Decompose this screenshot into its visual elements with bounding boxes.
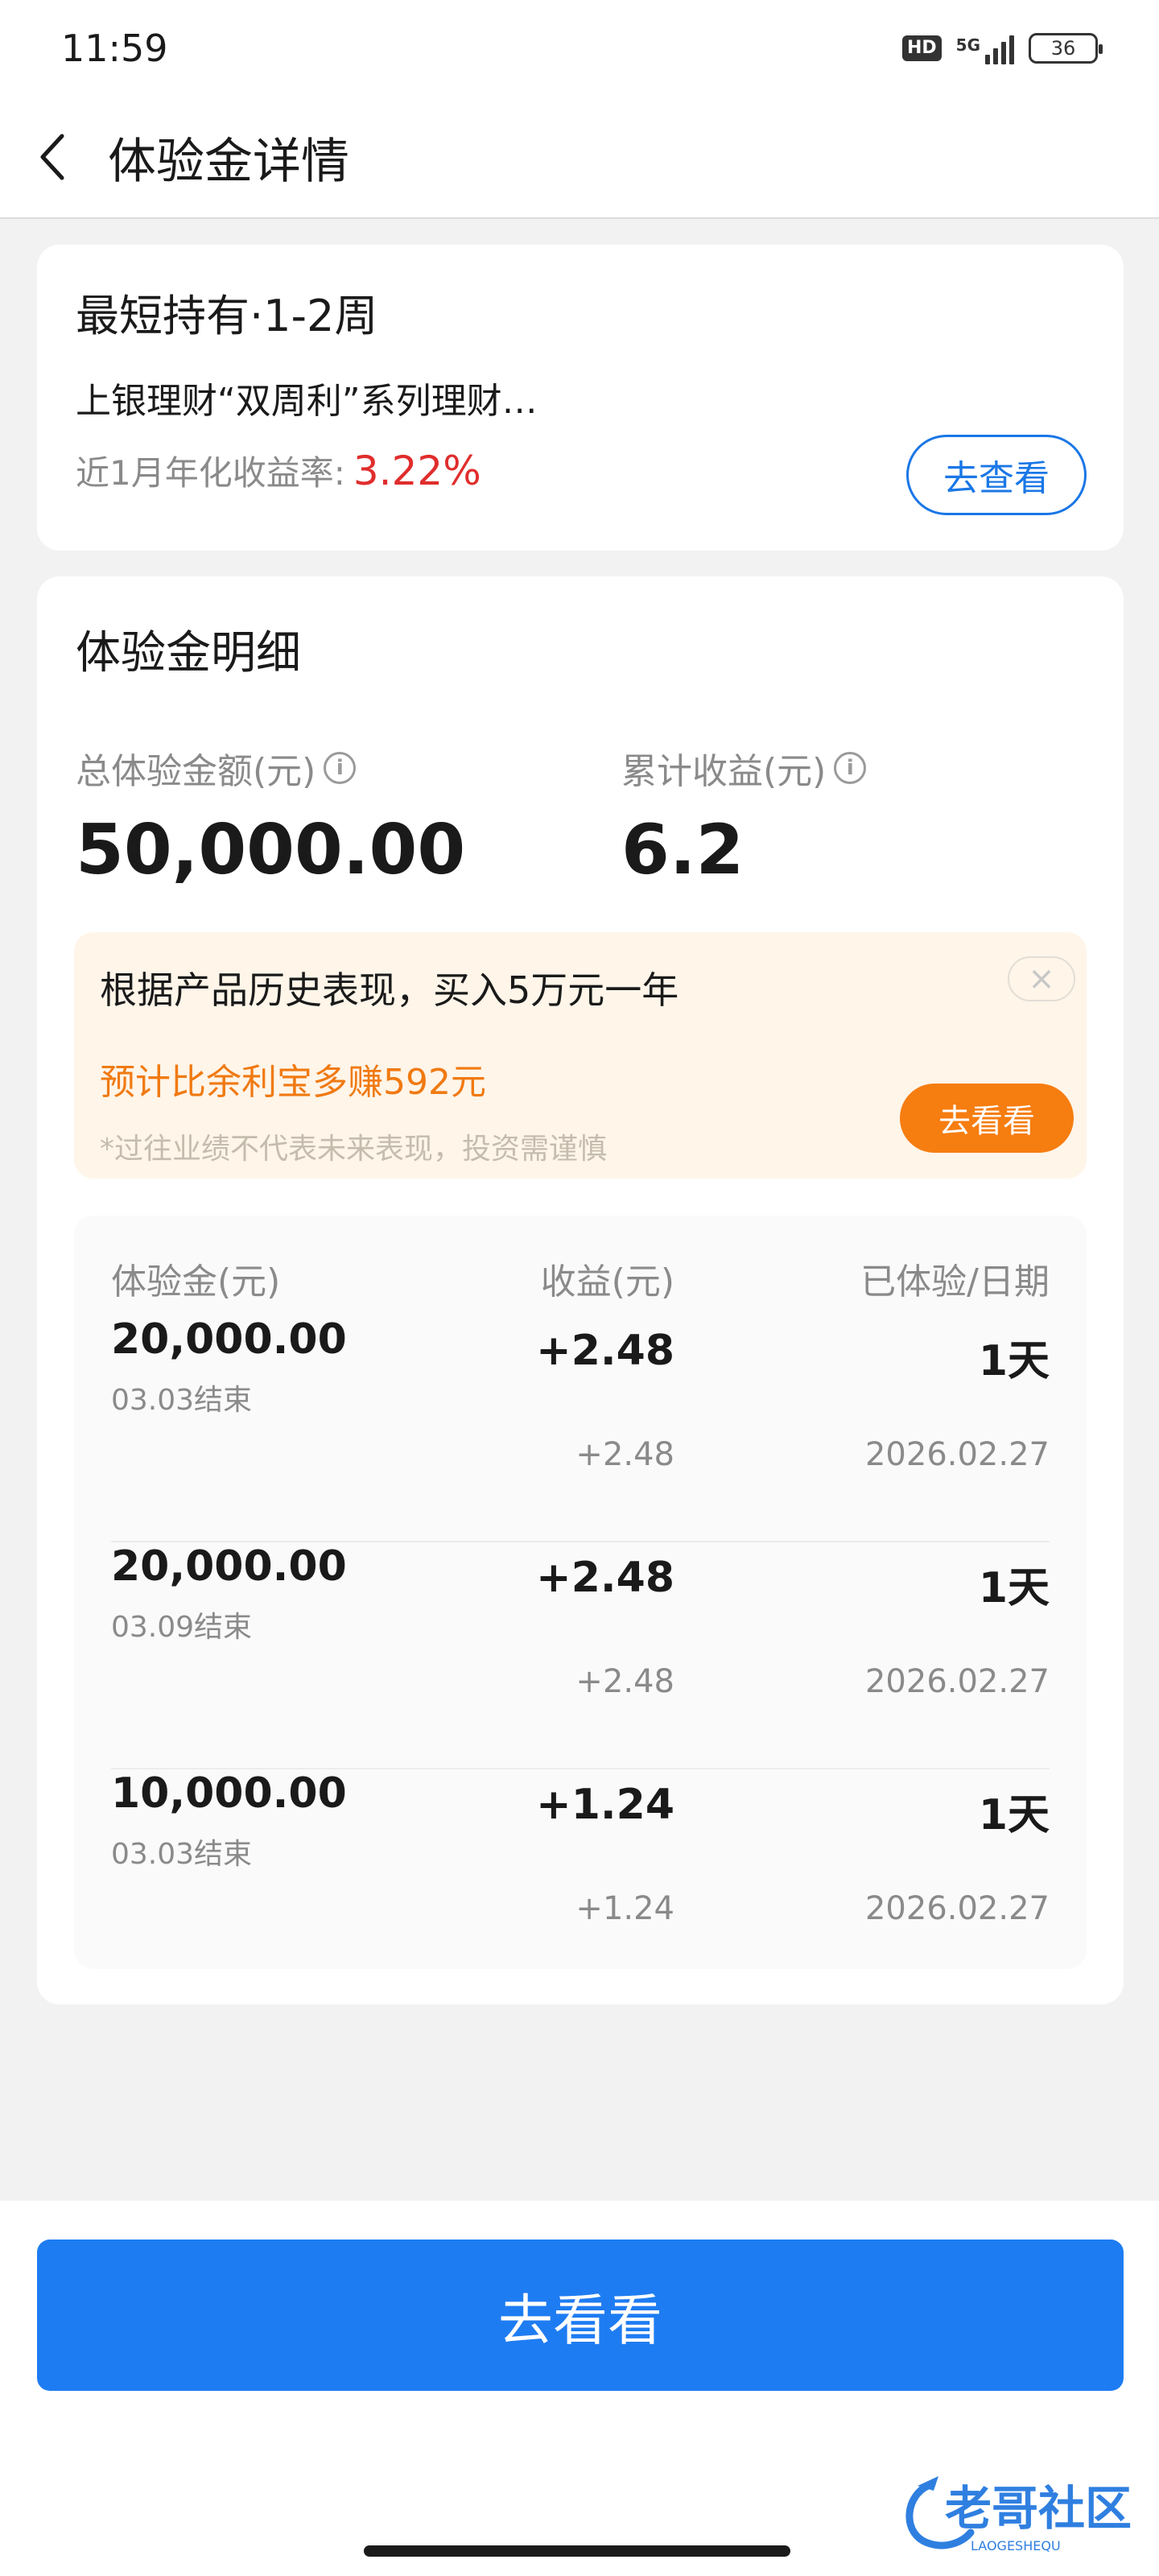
table-header-income: 收益(元): [540, 1261, 674, 1302]
table-row: 10,000.00 03.03结束 +1.24 +1.24 1天 2026.02…: [74, 1769, 1087, 1996]
product-holding-title: 最短持有·1-2周: [76, 291, 378, 341]
row-income-daily: +1.24: [575, 1890, 674, 1927]
row-income: +1.24: [536, 1781, 674, 1829]
row-date: 2026.02.27: [864, 1890, 1050, 1927]
table-header-days-date: 已体验/日期: [860, 1261, 1050, 1302]
row-end-date: 03.09结束: [111, 1611, 253, 1644]
watermark-logo: 老哥社区 LAOGESHEQU: [905, 2476, 1132, 2553]
back-button[interactable]: [0, 96, 105, 218]
row-income-daily: +2.48: [575, 1436, 674, 1473]
income-label-text: 累计收益(元): [621, 751, 827, 792]
income-value: 6.2: [621, 810, 744, 890]
row-amount: 20,000.00: [111, 1315, 347, 1364]
nav-bar: 体验金详情: [0, 97, 1159, 219]
row-amount: 10,000.00: [111, 1769, 347, 1818]
row-days: 1天: [978, 1791, 1050, 1839]
page-title: 体验金详情: [108, 133, 349, 190]
status-bar: 11:59 HD 5G 36: [0, 0, 1159, 97]
home-indicator[interactable]: [364, 2545, 790, 2557]
battery-level: 36: [1050, 37, 1076, 60]
product-card: 最短持有·1-2周 上银理财“双周利”系列理财… 近1月年化收益率: 3.22%…: [37, 245, 1124, 551]
row-date: 2026.02.27: [864, 1436, 1050, 1473]
info-icon[interactable]: i: [324, 752, 357, 784]
network-type: 5G: [955, 35, 980, 55]
signal-icon: 5G: [956, 32, 1014, 64]
promo-banner: 根据产品历史表现，买入5万元一年 × 预计比余利宝多赚592元 *过往业绩不代表…: [74, 932, 1087, 1179]
detail-table: 体验金(元) 收益(元) 已体验/日期 20,000.00 03.03结束 +2…: [74, 1216, 1087, 1969]
rate-row: 近1月年化收益率: 3.22%: [76, 446, 481, 495]
income-label: 累计收益(元) i: [621, 742, 867, 794]
promo-highlight: 预计比余利宝多赚592元: [100, 1062, 486, 1103]
status-icons: HD 5G 36: [901, 32, 1103, 64]
promo-disclaimer: *过往业绩不代表未来表现，投资需谨慎: [100, 1133, 608, 1166]
hd-icon: HD: [901, 35, 942, 61]
rate-label: 近1月年化收益率:: [76, 453, 345, 493]
chevron-left-icon: [40, 134, 64, 180]
product-name: 上银理财“双周利”系列理财…: [76, 381, 538, 422]
watermark-text: 老哥社区: [945, 2481, 1132, 2536]
promo-text: 根据产品历史表现，买入5万元一年: [100, 968, 679, 1012]
total-amount-value: 50,000.00: [76, 810, 466, 890]
table-header-amount: 体验金(元): [111, 1261, 281, 1302]
total-amount-label: 总体验金额(元) i: [76, 742, 357, 794]
row-end-date: 03.03结束: [111, 1838, 253, 1871]
total-amount-label-text: 总体验金额(元): [76, 751, 316, 792]
row-days: 1天: [978, 1337, 1050, 1385]
close-icon[interactable]: ×: [1008, 956, 1075, 1001]
battery-icon: 36: [1029, 33, 1103, 64]
table-row: 20,000.00 03.03结束 +2.48 +2.48 1天 2026.02…: [74, 1315, 1087, 1542]
row-income-daily: +2.48: [575, 1663, 674, 1700]
watermark-subtext: LAOGESHEQU: [971, 2538, 1061, 2553]
rate-value: 3.22%: [353, 448, 481, 494]
signal-bars: [985, 32, 1014, 64]
row-amount: 20,000.00: [111, 1542, 347, 1591]
detail-title: 体验金明细: [76, 627, 301, 679]
row-income: +2.48: [536, 1327, 674, 1375]
info-icon[interactable]: i: [834, 752, 867, 784]
page: 11:59 HD 5G 36 体验金详情 最短持有·1-2周 上银理财“双周利”…: [0, 0, 1159, 2576]
go-see-button[interactable]: 去看看: [37, 2240, 1124, 2391]
detail-card: 体验金明细 总体验金额(元) i 50,000.00 累计收益(元) i 6.2…: [37, 576, 1124, 2004]
status-time: 11:59: [61, 27, 168, 70]
row-end-date: 03.03结束: [111, 1384, 253, 1417]
row-date: 2026.02.27: [864, 1663, 1050, 1700]
row-days: 1天: [978, 1564, 1050, 1612]
promo-go-button[interactable]: 去看看: [900, 1084, 1074, 1153]
view-product-button[interactable]: 去查看: [906, 435, 1087, 515]
table-row: 20,000.00 03.09结束 +2.48 +2.48 1天 2026.02…: [74, 1542, 1087, 1769]
row-income: +2.48: [536, 1554, 674, 1602]
